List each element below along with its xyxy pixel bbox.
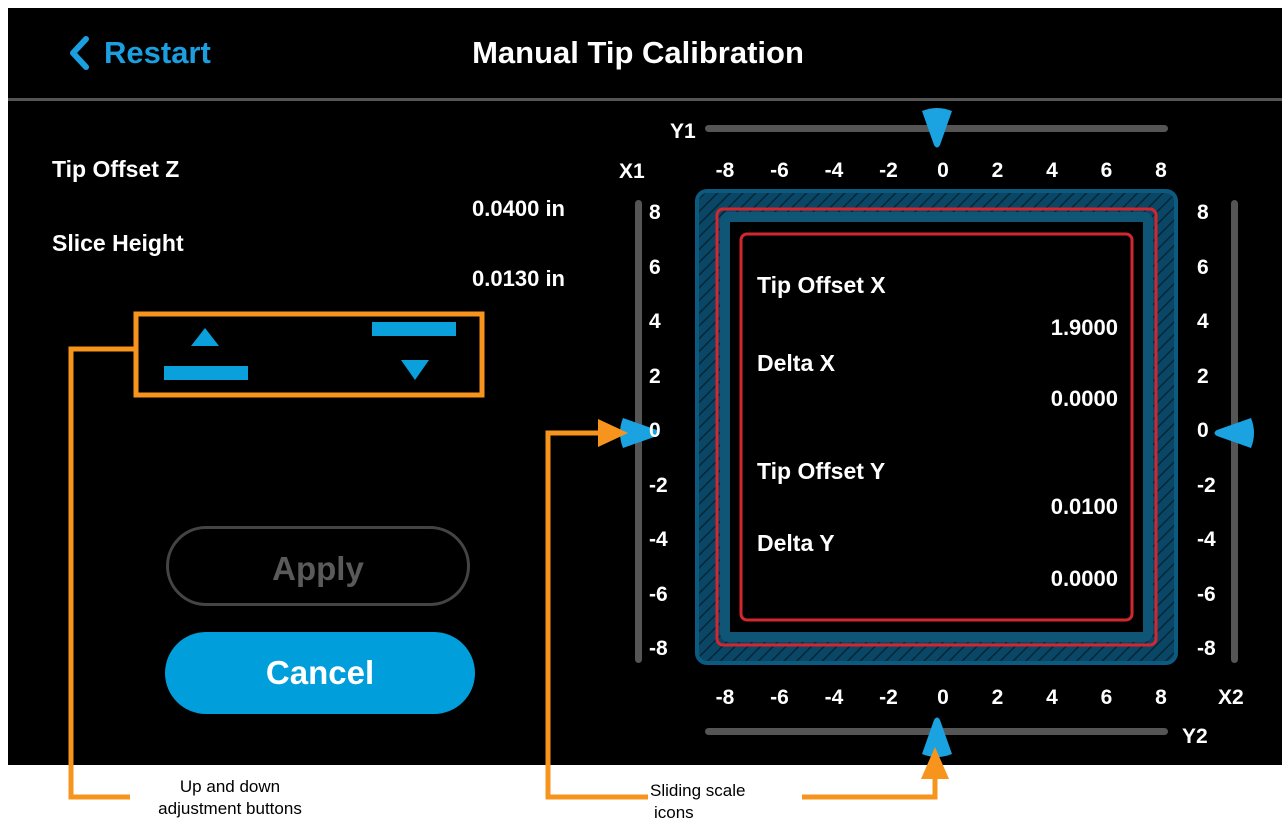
arrow-head-x1	[598, 419, 628, 447]
slider-annotation: Sliding scale icons	[650, 781, 746, 822]
arrow-head-y2	[921, 747, 949, 779]
stepper-annotation: Up and down adjustment buttons	[158, 777, 302, 818]
stepper-leader-line	[68, 346, 136, 800]
stepper-highlight-box	[133, 311, 485, 398]
annotation-overlay	[68, 311, 949, 800]
scale-leader-line-x1	[545, 430, 648, 800]
scale-leader-line-y2	[802, 775, 938, 800]
